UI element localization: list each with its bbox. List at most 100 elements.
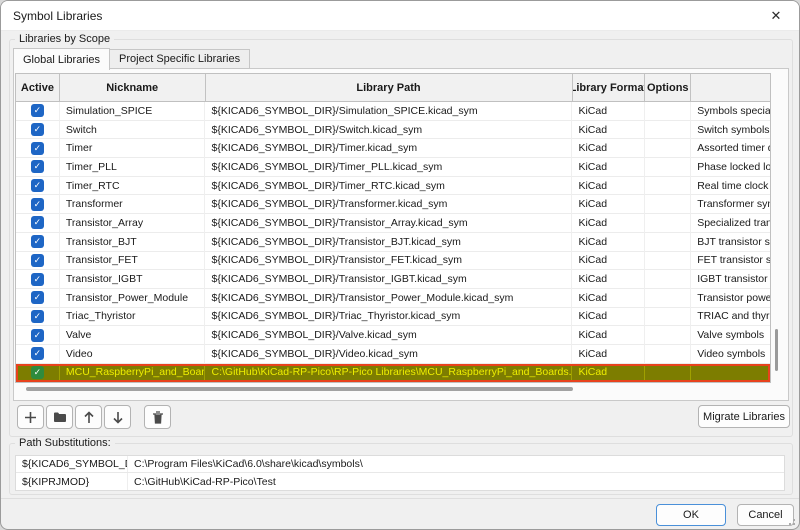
options-cell[interactable] <box>645 102 691 121</box>
nickname-cell[interactable]: Simulation_SPICE <box>60 102 206 121</box>
table-row[interactable]: Transistor_Array ${KICAD6_SYMBOL_DIR}/Tr… <box>16 214 770 233</box>
options-cell[interactable] <box>645 345 691 364</box>
active-checkbox[interactable] <box>31 347 44 360</box>
library-path-cell[interactable]: ${KICAD6_SYMBOL_DIR}/Transistor_Array.ki… <box>205 214 572 233</box>
table-row[interactable]: Transistor_FET ${KICAD6_SYMBOL_DIR}/Tran… <box>16 252 770 271</box>
nickname-cell[interactable]: MCU_RaspberryPi_and_Boards <box>60 364 206 383</box>
library-format-cell[interactable]: KiCad <box>572 121 645 140</box>
active-checkbox[interactable] <box>31 273 44 286</box>
table-row[interactable]: Transistor_BJT ${KICAD6_SYMBOL_DIR}/Tran… <box>16 233 770 252</box>
library-format-cell[interactable]: KiCad <box>572 308 645 327</box>
column-header-active[interactable]: Active <box>16 74 60 101</box>
description-cell[interactable]: Phase locked loop <box>691 158 770 177</box>
column-header-description[interactable] <box>691 74 770 101</box>
active-checkbox[interactable] <box>31 104 44 117</box>
library-format-cell[interactable]: KiCad <box>572 102 645 121</box>
add-library-button[interactable] <box>17 405 44 429</box>
description-cell[interactable]: Assorted timer dev <box>691 139 770 158</box>
library-format-cell[interactable]: KiCad <box>572 289 645 308</box>
options-cell[interactable] <box>645 289 691 308</box>
options-cell[interactable] <box>645 195 691 214</box>
library-path-cell[interactable]: ${KICAD6_SYMBOL_DIR}/Transistor_Power_Mo… <box>205 289 572 308</box>
library-format-cell[interactable]: KiCad <box>572 270 645 289</box>
delete-library-button[interactable] <box>144 405 171 429</box>
nickname-cell[interactable]: Video <box>60 345 206 364</box>
library-format-cell[interactable]: KiCad <box>572 158 645 177</box>
active-checkbox[interactable] <box>31 123 44 136</box>
library-format-cell[interactable]: KiCad <box>572 195 645 214</box>
table-row[interactable]: Switch ${KICAD6_SYMBOL_DIR}/Switch.kicad… <box>16 121 770 140</box>
nickname-cell[interactable]: Transistor_BJT <box>60 233 206 252</box>
library-format-cell[interactable]: KiCad <box>572 214 645 233</box>
ok-button[interactable]: OK <box>656 504 726 526</box>
tab-project-specific-libraries[interactable]: Project Specific Libraries <box>110 49 250 69</box>
column-header-nickname[interactable]: Nickname <box>60 74 206 101</box>
nickname-cell[interactable]: Transistor_FET <box>60 252 206 271</box>
description-cell[interactable]: Real time clock (RT <box>691 177 770 196</box>
nickname-cell[interactable]: Transformer <box>60 195 206 214</box>
nickname-cell[interactable]: Triac_Thyristor <box>60 308 206 327</box>
resize-grip[interactable] <box>786 516 795 525</box>
options-cell[interactable] <box>645 308 691 327</box>
options-cell[interactable] <box>645 121 691 140</box>
options-cell[interactable] <box>645 233 691 252</box>
nickname-cell[interactable]: Timer_PLL <box>60 158 206 177</box>
library-format-cell[interactable]: KiCad <box>572 326 645 345</box>
library-path-cell[interactable]: ${KICAD6_SYMBOL_DIR}/Simulation_SPICE.ki… <box>205 102 572 121</box>
library-path-cell[interactable]: ${KICAD6_SYMBOL_DIR}/Timer.kicad_sym <box>205 139 572 158</box>
vertical-scrollbar[interactable] <box>773 73 781 395</box>
options-cell[interactable] <box>645 139 691 158</box>
library-path-cell[interactable]: ${KICAD6_SYMBOL_DIR}/Valve.kicad_sym <box>205 326 572 345</box>
close-icon[interactable]: ✕ <box>765 5 787 27</box>
library-path-cell[interactable]: ${KICAD6_SYMBOL_DIR}/Video.kicad_sym <box>205 345 572 364</box>
table-row[interactable]: Transistor_IGBT ${KICAD6_SYMBOL_DIR}/Tra… <box>16 270 770 289</box>
active-checkbox[interactable] <box>31 179 44 192</box>
tab-global-libraries[interactable]: Global Libraries <box>13 48 110 70</box>
description-cell[interactable]: Symbols specialize <box>691 102 770 121</box>
library-path-cell[interactable]: ${KICAD6_SYMBOL_DIR}/Transistor_FET.kica… <box>205 252 572 271</box>
column-header-library-path[interactable]: Library Path <box>206 74 573 101</box>
active-checkbox[interactable] <box>31 216 44 229</box>
move-down-button[interactable] <box>104 405 131 429</box>
horizontal-scrollbar-thumb[interactable] <box>26 387 573 391</box>
nickname-cell[interactable]: Timer <box>60 139 206 158</box>
library-format-cell[interactable]: KiCad <box>572 177 645 196</box>
nickname-cell[interactable]: Transistor_Power_Module <box>60 289 206 308</box>
description-cell[interactable]: Specialized transist <box>691 214 770 233</box>
description-cell[interactable]: IGBT transistor sym <box>691 270 770 289</box>
nickname-cell[interactable]: Transistor_IGBT <box>60 270 206 289</box>
column-header-library-format[interactable]: Library Format <box>573 74 646 101</box>
description-cell[interactable]: Transformer symb <box>691 195 770 214</box>
library-path-cell[interactable]: ${KICAD6_SYMBOL_DIR}/Timer_RTC.kicad_sym <box>205 177 572 196</box>
description-cell[interactable]: TRIAC and thyristo <box>691 308 770 327</box>
description-cell[interactable]: Valve symbols <box>691 326 770 345</box>
library-path-cell[interactable]: ${KICAD6_SYMBOL_DIR}/Switch.kicad_sym <box>205 121 572 140</box>
table-row[interactable]: Transformer ${KICAD6_SYMBOL_DIR}/Transfo… <box>16 195 770 214</box>
active-checkbox[interactable] <box>31 142 44 155</box>
table-row[interactable]: Simulation_SPICE ${KICAD6_SYMBOL_DIR}/Si… <box>16 102 770 121</box>
description-cell[interactable] <box>691 364 770 383</box>
nickname-cell[interactable]: Timer_RTC <box>60 177 206 196</box>
description-cell[interactable]: Video symbols <box>691 345 770 364</box>
description-cell[interactable]: Transistor power m <box>691 289 770 308</box>
library-path-cell[interactable]: ${KICAD6_SYMBOL_DIR}/Transistor_IGBT.kic… <box>205 270 572 289</box>
library-format-cell[interactable]: KiCad <box>572 364 645 383</box>
vertical-scrollbar-thumb[interactable] <box>775 329 778 371</box>
library-path-cell[interactable]: ${KICAD6_SYMBOL_DIR}/Triac_Thyristor.kic… <box>205 308 572 327</box>
table-row[interactable]: Video ${KICAD6_SYMBOL_DIR}/Video.kicad_s… <box>16 345 770 364</box>
table-row[interactable]: MCU_RaspberryPi_and_Boards C:\GitHub\KiC… <box>16 364 770 383</box>
table-row[interactable]: Transistor_Power_Module ${KICAD6_SYMBOL_… <box>16 289 770 308</box>
options-cell[interactable] <box>645 214 691 233</box>
active-checkbox[interactable] <box>31 235 44 248</box>
active-checkbox[interactable] <box>31 160 44 173</box>
library-path-cell[interactable]: C:\GitHub\KiCad-RP-Pico\RP-Pico Librarie… <box>205 364 572 383</box>
active-checkbox[interactable] <box>31 329 44 342</box>
column-header-options[interactable]: Options <box>645 74 691 101</box>
active-checkbox[interactable] <box>31 198 44 211</box>
options-cell[interactable] <box>645 177 691 196</box>
table-row[interactable]: Valve ${KICAD6_SYMBOL_DIR}/Valve.kicad_s… <box>16 326 770 345</box>
description-cell[interactable]: BJT transistor symb <box>691 233 770 252</box>
description-cell[interactable]: FET transistor symb <box>691 252 770 271</box>
options-cell[interactable] <box>645 326 691 345</box>
table-row[interactable]: Timer ${KICAD6_SYMBOL_DIR}/Timer.kicad_s… <box>16 139 770 158</box>
